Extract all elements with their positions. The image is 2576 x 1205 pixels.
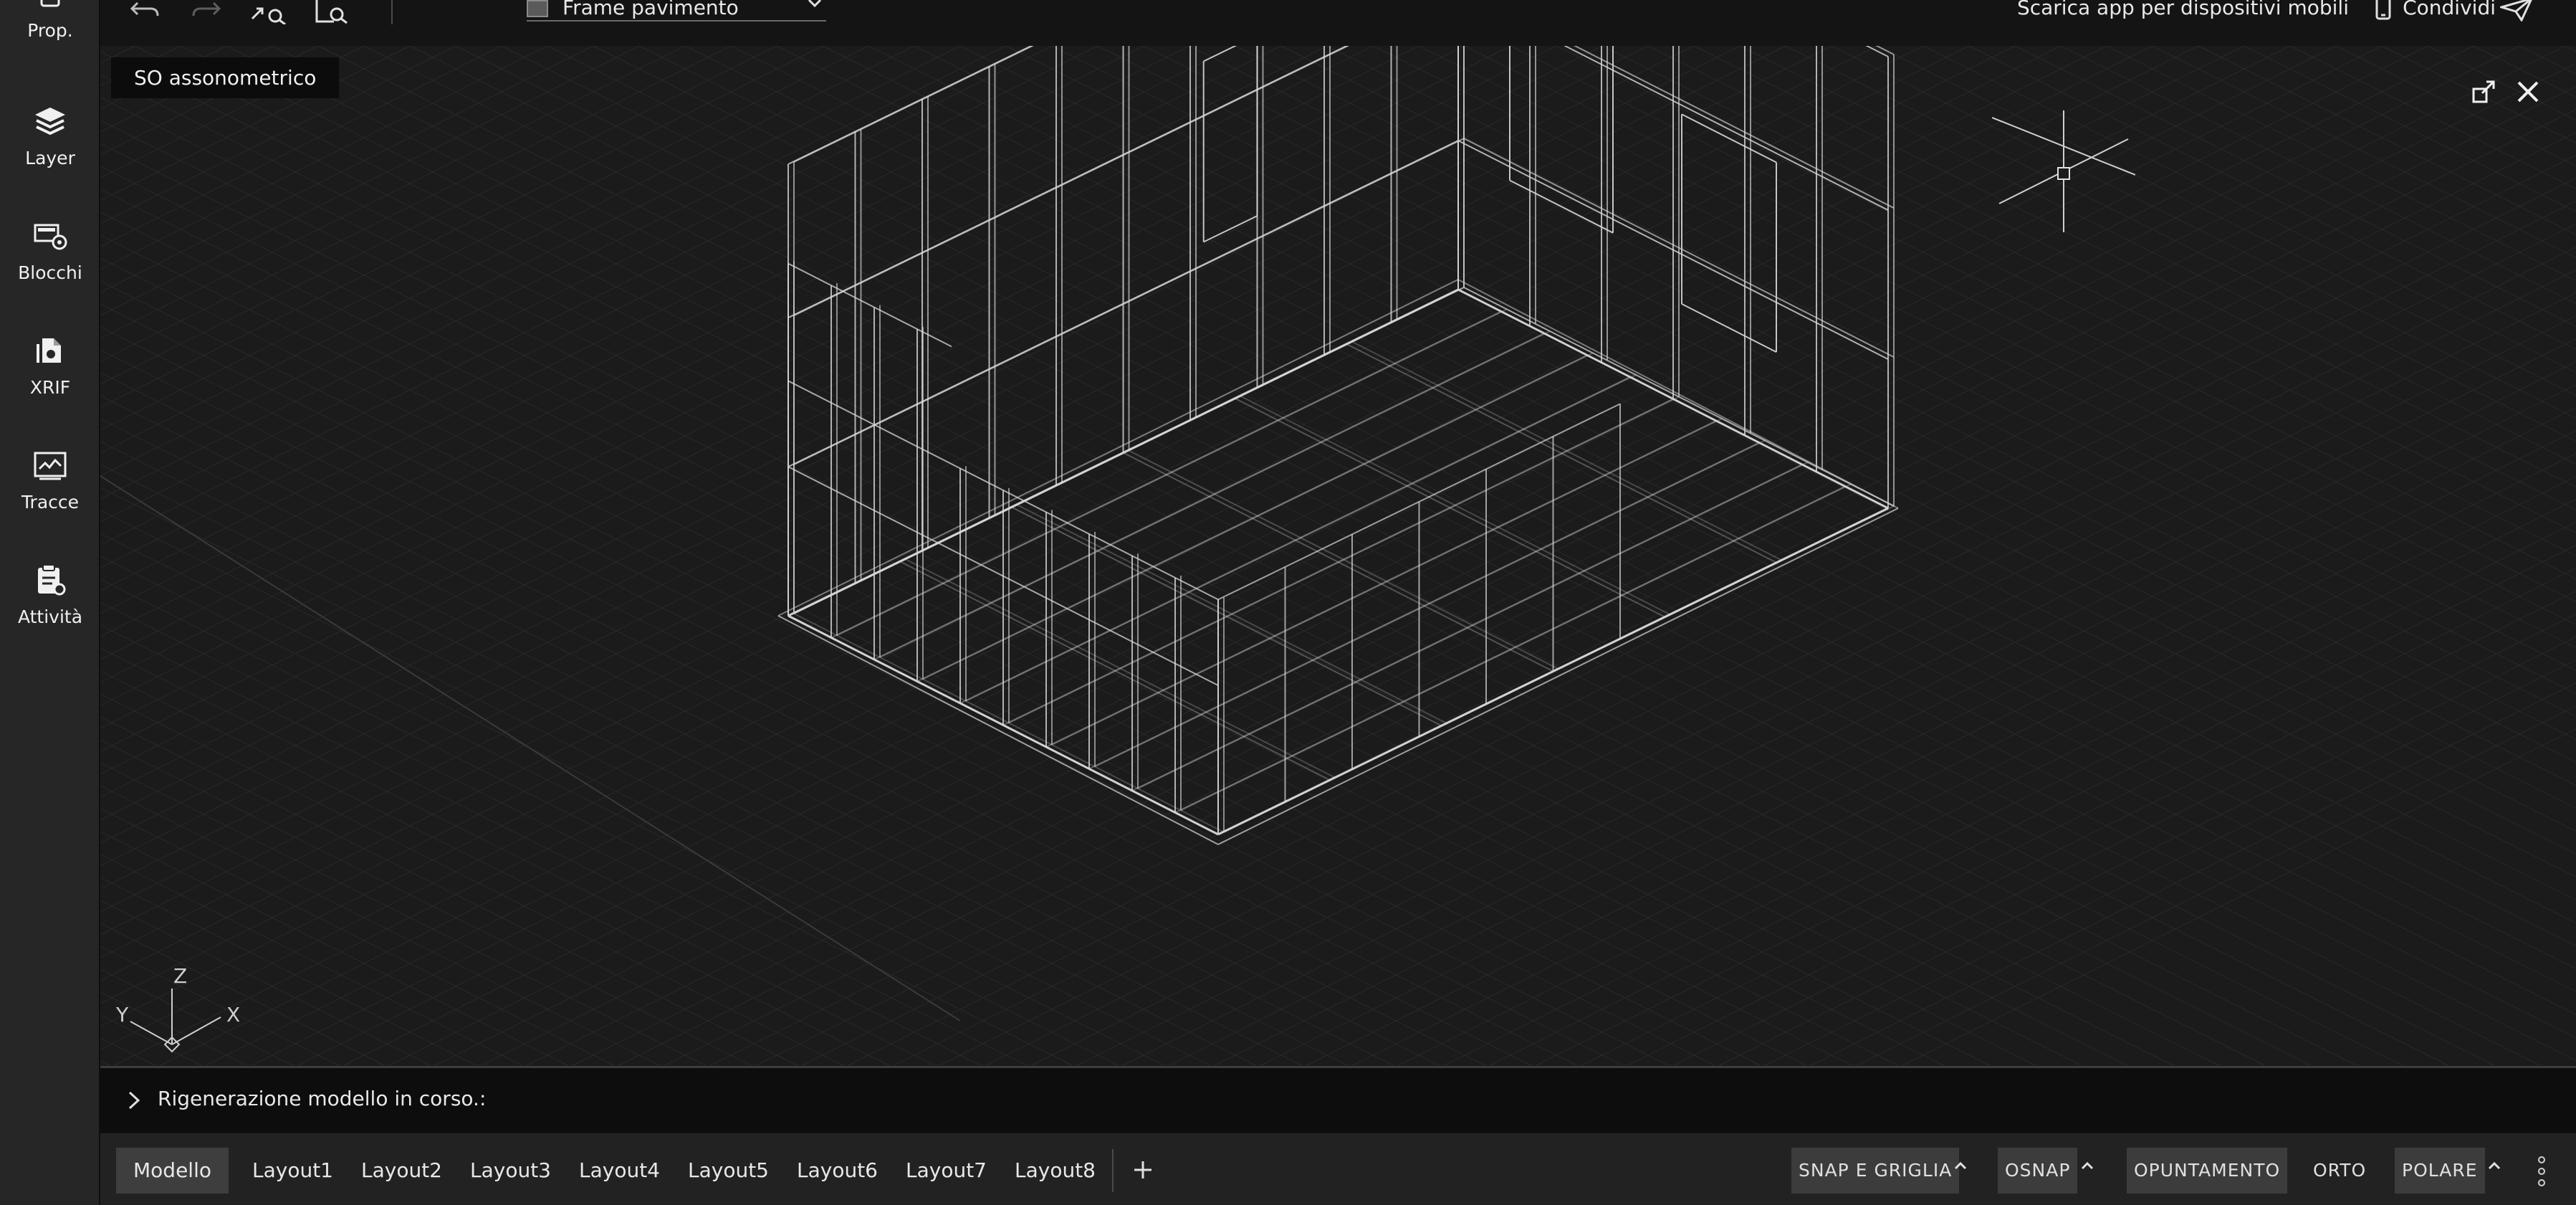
mobile-app-link[interactable]: Scarica app per dispositivi mobili: [2017, 0, 2349, 19]
tab-layout6[interactable]: Layout6: [780, 1148, 895, 1194]
view-label[interactable]: SO assonometrico: [111, 57, 340, 98]
chevron-down-icon: [808, 0, 822, 8]
layer-color-swatch: [527, 0, 548, 17]
mobile-phone-icon: [2375, 0, 2391, 20]
tab-layout4[interactable]: Layout4: [562, 1148, 677, 1194]
wireframe-model: [777, 46, 1899, 845]
tab-layout1[interactable]: Layout1: [235, 1148, 350, 1194]
zoom-window-icon[interactable]: [312, 0, 351, 24]
sidebar-item-xref[interactable]: XRIF: [0, 334, 100, 427]
command-line-text: Rigenerazione modello in corso.:: [158, 1087, 487, 1110]
sidebar-item-label: Attività: [17, 606, 83, 627]
more-options-icon[interactable]: [2537, 1155, 2547, 1188]
traces-icon: [34, 452, 67, 480]
redo-icon[interactable]: [189, 0, 222, 22]
close-viewport-icon[interactable]: [2515, 79, 2541, 105]
sidebar-item-label: XRIF: [29, 377, 71, 398]
tab-layout2[interactable]: Layout2: [344, 1148, 459, 1194]
properties-icon: [40, 0, 60, 7]
sidebar: Prop. Layer Blocchi XRIF Tracce Attività: [0, 0, 100, 1205]
sidebar-item-label: Layer: [25, 148, 75, 168]
ucs-axes-icon: Z Y X: [115, 964, 240, 1053]
sidebar-item-properties[interactable]: Prop.: [0, 0, 100, 72]
zoom-extents-icon[interactable]: [249, 0, 288, 24]
chevron-up-icon[interactable]: [2486, 1158, 2502, 1173]
chevron-up-icon[interactable]: [2079, 1158, 2095, 1173]
tab-layout8[interactable]: Layout8: [997, 1148, 1113, 1194]
tracking-toggle[interactable]: OPUNTAMENTO: [2127, 1148, 2288, 1194]
layer-dropdown[interactable]: Frame pavimento: [527, 0, 826, 22]
sidebar-item-label: Tracce: [21, 492, 80, 513]
toolbar-divider: [391, 0, 393, 24]
top-toolbar: Frame pavimento Scarica app per disposit…: [100, 0, 2576, 46]
chevron-right-icon[interactable]: [126, 1090, 142, 1111]
tab-layout7[interactable]: Layout7: [889, 1148, 1004, 1194]
status-bar: Modello Layout1 Layout2 Layout3 Layout4 …: [100, 1132, 2576, 1205]
polar-toggle[interactable]: POLARE: [2395, 1148, 2485, 1194]
drawing-viewport[interactable]: SO assonometrico Z Y X: [100, 46, 2576, 1065]
ortho-toggle[interactable]: ORTO: [2306, 1148, 2373, 1194]
tab-layout3[interactable]: Layout3: [453, 1148, 568, 1194]
layers-icon: [35, 108, 65, 135]
sidebar-item-blocks[interactable]: Blocchi: [0, 219, 100, 313]
osnap-toggle[interactable]: OSNAP: [1998, 1148, 2078, 1194]
ucs-y-label: Y: [115, 1003, 129, 1027]
sidebar-item-label: Prop.: [27, 20, 73, 41]
send-icon[interactable]: [2500, 0, 2534, 22]
snap-grid-toggle[interactable]: SNAP E GRIGLIA: [1791, 1148, 1960, 1194]
tab-layout5[interactable]: Layout5: [671, 1148, 786, 1194]
blocks-icon: [34, 224, 67, 250]
maximize-viewport-icon[interactable]: [2471, 79, 2496, 105]
add-layout-icon[interactable]: [1132, 1159, 1154, 1181]
chevron-up-icon[interactable]: [1953, 1158, 1968, 1173]
sidebar-item-traces[interactable]: Tracce: [0, 449, 100, 542]
sidebar-item-layer[interactable]: Layer: [0, 105, 100, 198]
share-button[interactable]: Condividi: [2403, 0, 2496, 19]
sidebar-item-label: Blocchi: [18, 262, 82, 283]
command-line[interactable]: Rigenerazione modello in corso.:: [100, 1066, 2576, 1132]
sidebar-item-activity[interactable]: Attività: [0, 563, 100, 657]
undo-icon[interactable]: [129, 0, 162, 22]
layer-dropdown-value: Frame pavimento: [562, 0, 739, 19]
activity-icon: [38, 564, 66, 596]
ucs-x-label: X: [226, 1003, 240, 1027]
tab-divider: [1112, 1149, 1114, 1192]
xref-icon: [37, 338, 61, 363]
tab-modello[interactable]: Modello: [116, 1148, 229, 1194]
crosshair-cursor-icon: [1992, 110, 2135, 232]
ucs-z-label: Z: [173, 964, 187, 988]
